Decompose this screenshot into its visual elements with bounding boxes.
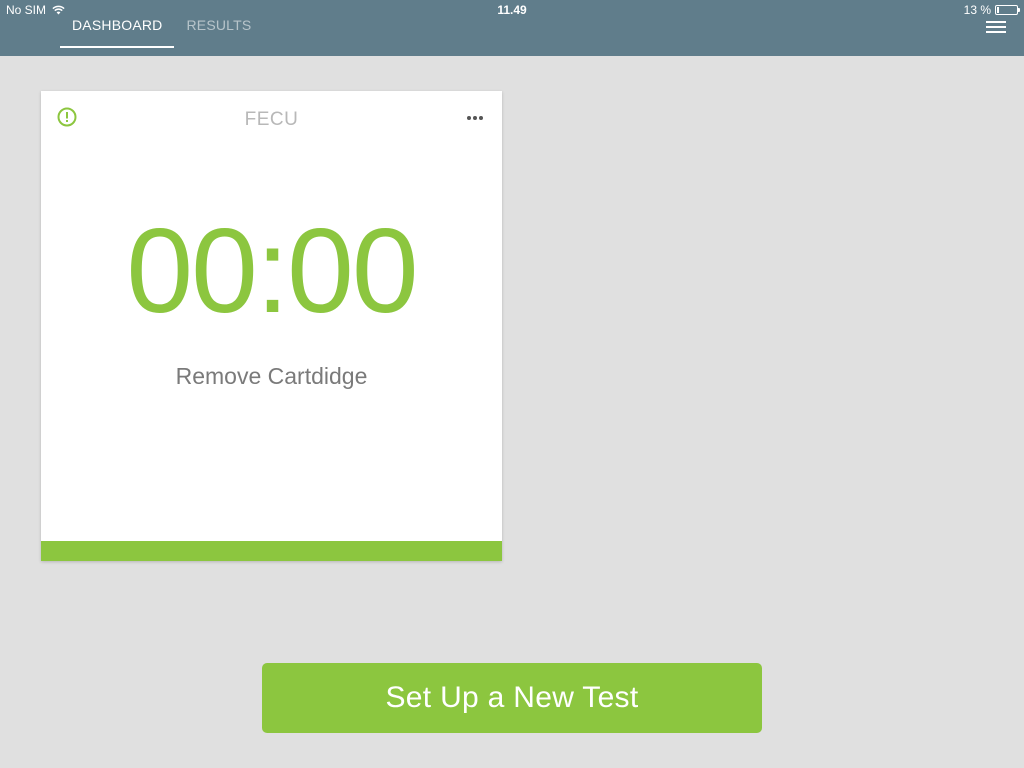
card-progress-fill [41, 541, 502, 561]
test-card: FECU 00:00 Remove Cartdidge [41, 91, 502, 561]
battery-icon [995, 5, 1020, 15]
status-bar-right: 13 % [963, 3, 1020, 17]
more-horizontal-icon[interactable] [466, 111, 484, 123]
card-progress-bar [41, 541, 502, 561]
tab-results[interactable]: RESULTS [174, 0, 263, 48]
hamburger-menu-icon[interactable] [986, 21, 1006, 37]
tab-dashboard[interactable]: DASHBOARD [60, 0, 175, 48]
battery-level [997, 7, 1000, 13]
set-up-new-test-button[interactable]: Set Up a New Test [262, 663, 762, 733]
tab-bar: DASHBOARD RESULTS [60, 0, 263, 56]
card-title: FECU [244, 109, 299, 130]
top-bar: No SIM 11.49 13 % DASHBOARD RESULTS [0, 0, 1024, 56]
card-status-text: Remove Cartdidge [175, 363, 368, 389]
battery-percentage: 13 % [963, 3, 991, 17]
countdown-timer: 00:00 [126, 204, 418, 338]
